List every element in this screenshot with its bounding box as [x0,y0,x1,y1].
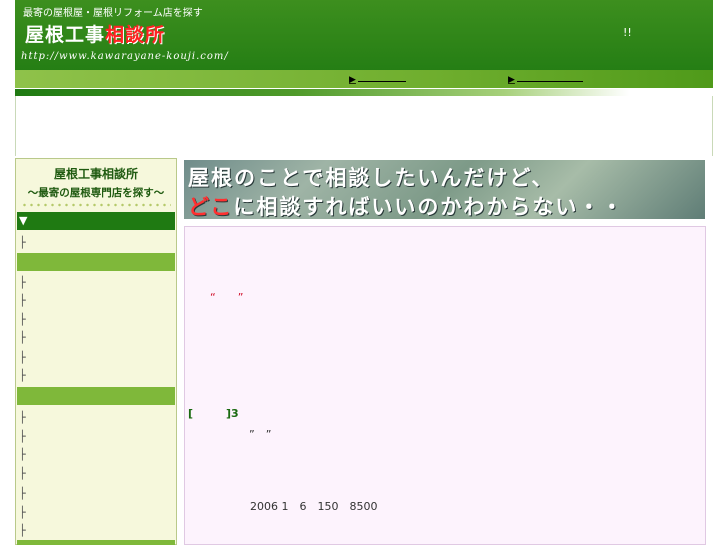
nav-link-1[interactable]: ▶ [349,72,406,85]
sidebar: 屋根工事相談所 ～最寄の屋根専門店を探す～ ▼ ├​ ├​ ├​ ├​ ├​ ├… [15,158,177,545]
header-exclaim: !! [623,26,632,39]
sidebar-link[interactable]: ├​ [19,330,169,346]
sidebar-section-band [17,253,175,271]
banner-line-1: 屋根のことで相談したいんだけど、 [188,166,555,190]
dotted-divider [21,203,171,207]
site-tagline: 最寄の屋根屋・屋根リフォーム店を探す [23,8,203,19]
sidebar-title: 屋根工事相談所 [53,167,138,181]
content-quote: “ ” [210,291,244,304]
sidebar-link[interactable]: ├​ [19,429,169,445]
site-url: http://www.kawarayane-kouji.com/ [21,51,229,62]
logo-main-text: 屋根工事 [25,24,106,46]
content-quote-2: ” ” [249,428,272,441]
sidebar-link[interactable]: ├​ [19,523,169,539]
logo-accent-text: 相談所 [105,24,166,46]
header-gradient-stripe [15,89,713,96]
sidebar-section-band [17,540,175,545]
content-heading: [ ]3 [188,407,239,420]
banner-line-2-rest: に相談すればいいのかわからない・・ [233,195,625,219]
sidebar-link[interactable]: ├​ [19,410,169,426]
sidebar-subtitle: ～最寄の屋根専門店を探す～ [27,187,165,199]
sidebar-link[interactable]: ├​ [19,486,169,502]
site-logo[interactable]: 屋根工事相談所 [25,20,165,47]
banner-emphasis: どこ [188,195,234,219]
sidebar-link[interactable]: ├​ [19,293,169,309]
nav-bar: ▶ ▶ [15,70,713,88]
hero-banner: 屋根のことで相談したいんだけど、 どこに相談すればいいのかわからない・・ [184,160,705,219]
sidebar-link[interactable]: ├​ [19,275,169,291]
arrow-icon: ▶ [508,75,515,85]
banner-line-2: どこに相談すればいいのかわからない・・ [188,191,624,219]
sidebar-link[interactable]: ├​ [19,466,169,482]
sidebar-link[interactable]: ├​ [19,312,169,328]
sidebar-section-band [17,387,175,405]
sidebar-link[interactable]: ├​ [19,350,169,366]
sidebar-link[interactable]: ├​ [19,447,169,463]
page: 最寄の屋根屋・屋根リフォーム店を探す 屋根工事相談所 http://www.ka… [0,0,727,545]
content-dateline: 2006 1 6 150 8500 [250,500,378,513]
arrow-icon: ▶ [349,75,356,85]
main-content: “ ” [ ]3 ” ” 2006 1 6 150 8500 [184,226,706,545]
ad-area [15,96,713,156]
nav-link-2[interactable]: ▶ [508,72,583,85]
sidebar-link[interactable]: ├​ [19,505,169,521]
site-header: 最寄の屋根屋・屋根リフォーム店を探す 屋根工事相談所 http://www.ka… [15,0,713,88]
sidebar-section-header[interactable]: ▼ [17,212,175,230]
sidebar-link[interactable]: ├​ [19,368,169,384]
sidebar-link[interactable]: ├​ [19,235,169,251]
